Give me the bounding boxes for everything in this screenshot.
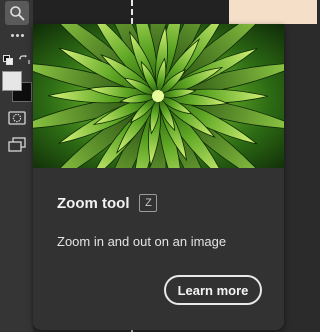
quick-mask-button[interactable] bbox=[8, 110, 26, 126]
guide-line bbox=[131, 0, 133, 24]
rich-tooltip: Zoom tool Z Zoom in and out on an image … bbox=[33, 24, 284, 330]
document-canvas bbox=[33, 0, 317, 24]
tools-panel bbox=[0, 0, 33, 332]
default-colors-icon[interactable] bbox=[3, 55, 13, 65]
learn-more-button[interactable]: Learn more bbox=[164, 275, 262, 305]
screen-mode-button[interactable] bbox=[8, 137, 26, 153]
more-tools-icon bbox=[10, 33, 14, 37]
quick-mask-icon bbox=[8, 111, 26, 125]
tooltip-title: Zoom tool bbox=[57, 194, 130, 212]
screen-mode-icon bbox=[8, 137, 26, 152]
document-image-area bbox=[229, 0, 317, 24]
tooltip-title-row: Zoom tool Z bbox=[57, 194, 158, 212]
more-tools-button[interactable] bbox=[8, 30, 26, 40]
magnifier-icon bbox=[10, 6, 25, 21]
tooltip-description: Zoom in and out on an image bbox=[57, 234, 227, 249]
swap-colors-icon[interactable] bbox=[19, 55, 30, 66]
zoom-tool-button[interactable] bbox=[5, 1, 29, 25]
foreground-color-swatch[interactable] bbox=[2, 71, 22, 91]
succulent-rosette-image bbox=[33, 24, 284, 168]
shortcut-key-badge: Z bbox=[139, 194, 158, 212]
